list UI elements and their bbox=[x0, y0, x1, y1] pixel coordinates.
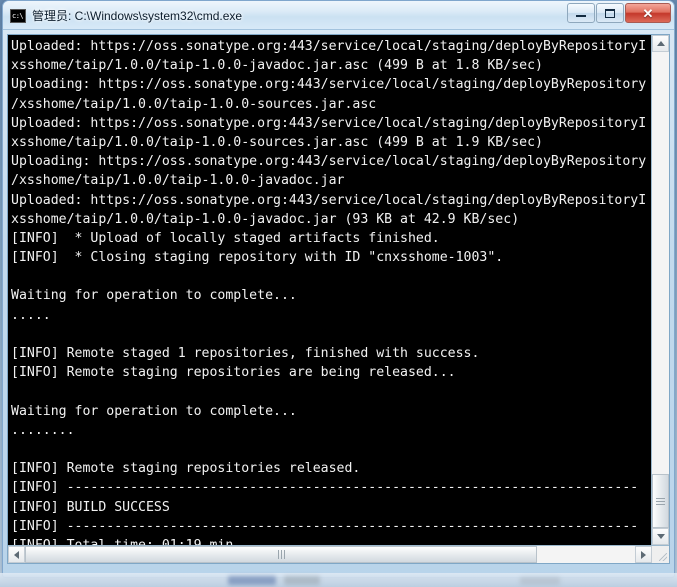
close-icon: ✕ bbox=[642, 5, 654, 21]
scroll-right-button[interactable] bbox=[635, 546, 652, 563]
maximize-button[interactable] bbox=[596, 3, 624, 23]
window-titlebar[interactable]: 管理员: C:\Windows\system32\cmd.exe ✕ bbox=[3, 1, 674, 30]
taskbar-item[interactable] bbox=[284, 576, 320, 585]
scroll-left-button[interactable] bbox=[8, 546, 25, 563]
taskbar-item[interactable] bbox=[228, 576, 276, 585]
scroll-right-arrow-icon bbox=[641, 550, 646, 559]
console-client-area: Uploaded: https://oss.sonatype.org:443/s… bbox=[7, 34, 670, 564]
cmd-icon bbox=[10, 8, 26, 23]
console-line: [INFO] ---------------------------------… bbox=[11, 518, 639, 534]
taskbar-item[interactable] bbox=[520, 577, 560, 585]
console-line: [INFO] * Closing staging repository with… bbox=[11, 250, 504, 266]
console-line: Uploaded: https://oss.sonatype.org:443/s… bbox=[11, 115, 647, 131]
caption-buttons: ✕ bbox=[567, 3, 671, 23]
console-line: Uploading: https://oss.sonatype.org:443/… bbox=[11, 154, 647, 170]
console-line: [INFO] ---------------------------------… bbox=[11, 480, 639, 496]
console-line: [INFO] Remote staging repositories are b… bbox=[11, 365, 456, 381]
taskbar bbox=[0, 573, 677, 587]
scroll-down-arrow-icon bbox=[656, 534, 665, 539]
minimize-icon bbox=[576, 15, 586, 17]
command-prompt-window: 管理员: C:\Windows\system32\cmd.exe ✕ Uploa… bbox=[2, 0, 675, 578]
horizontal-scrollbar[interactable] bbox=[8, 545, 669, 563]
vertical-scroll-track[interactable] bbox=[652, 52, 669, 528]
scroll-up-arrow-icon bbox=[656, 41, 665, 46]
scroll-up-button[interactable] bbox=[652, 35, 669, 52]
console-line: Uploaded: https://oss.sonatype.org:443/s… bbox=[11, 39, 647, 54]
desktop-background: 管理员: C:\Windows\system32\cmd.exe ✕ Uploa… bbox=[0, 0, 677, 587]
console-line: [INFO] * Upload of locally staged artifa… bbox=[11, 230, 440, 246]
console-line: [INFO] Total time: 01:19 min bbox=[11, 536, 651, 545]
vertical-scroll-thumb[interactable] bbox=[652, 474, 669, 528]
console-line: /xsshome/taip/1.0.0/taip-1.0.0-javadoc.j… bbox=[11, 173, 345, 189]
console-scroll-region: Uploaded: https://oss.sonatype.org:443/s… bbox=[8, 35, 669, 545]
minimize-button[interactable] bbox=[567, 3, 595, 23]
console-line: Uploaded: https://oss.sonatype.org:443/s… bbox=[11, 192, 647, 208]
scroll-grip-icon bbox=[656, 497, 665, 505]
console-line: /xsshome/taip/1.0.0/taip-1.0.0-sources.j… bbox=[11, 96, 377, 112]
console-line: [INFO] BUILD SUCCESS bbox=[11, 499, 170, 515]
horizontal-scroll-thumb[interactable] bbox=[25, 546, 537, 563]
window-title: 管理员: C:\Windows\system32\cmd.exe bbox=[32, 9, 243, 23]
console-line: Waiting for operation to complete... bbox=[11, 288, 297, 304]
console-line: xsshome/taip/1.0.0/taip-1.0.0-javadoc.ja… bbox=[11, 211, 520, 227]
scroll-grip-icon bbox=[277, 550, 285, 559]
horizontal-scroll-track[interactable] bbox=[25, 546, 635, 563]
console-output[interactable]: Uploaded: https://oss.sonatype.org:443/s… bbox=[8, 35, 651, 545]
console-line: Waiting for operation to complete... bbox=[11, 403, 297, 419]
console-line: [INFO] Remote staged 1 repositories, fin… bbox=[11, 346, 480, 361]
resize-grip[interactable] bbox=[652, 546, 669, 563]
console-line: xsshome/taip/1.0.0/taip-1.0.0-sources.ja… bbox=[11, 134, 543, 150]
console-line: [INFO] Remote staging repositories relea… bbox=[11, 461, 361, 477]
console-line: ........ bbox=[11, 422, 75, 438]
maximize-icon bbox=[605, 8, 615, 18]
scroll-left-arrow-icon bbox=[14, 550, 19, 559]
console-line: xsshome/taip/1.0.0/taip-1.0.0-javadoc.ja… bbox=[11, 58, 543, 74]
close-button[interactable]: ✕ bbox=[625, 3, 671, 23]
vertical-scrollbar[interactable] bbox=[651, 35, 669, 545]
scroll-down-button[interactable] bbox=[652, 528, 669, 545]
console-line: ..... bbox=[11, 307, 51, 323]
console-line: Uploading: https://oss.sonatype.org:443/… bbox=[11, 77, 647, 93]
